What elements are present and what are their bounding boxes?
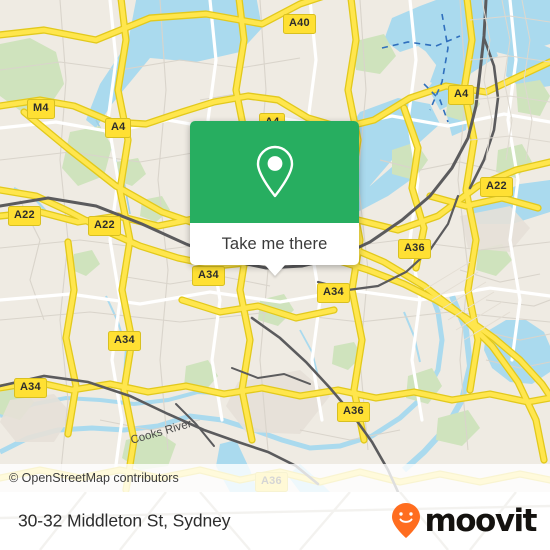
road-shield: M4 — [27, 99, 55, 119]
road-shield: A34 — [192, 266, 225, 286]
road-shield: A34 — [317, 283, 350, 303]
road-shield: A36 — [337, 402, 370, 422]
map-attribution-bar: © OpenStreetMap contributors — [0, 464, 550, 492]
moovit-smiley-pin-icon — [392, 503, 421, 538]
popup-image-placeholder — [190, 121, 359, 223]
road-shield: A22 — [8, 206, 41, 226]
road-shield: A40 — [283, 14, 316, 34]
road-shield: A22 — [480, 177, 513, 197]
road-shield: A36 — [398, 239, 431, 259]
road-shield: A4 — [105, 118, 132, 138]
map-canvas[interactable]: A40 M4 A4 A4 A4 A22 A22 A22 A36 A34 A34 … — [0, 0, 550, 492]
openstreetmap-attribution[interactable]: © OpenStreetMap contributors — [0, 471, 179, 485]
road-shield: A22 — [88, 216, 121, 236]
popup-action-bar[interactable]: Take me there — [190, 223, 359, 276]
moovit-map-screenshot: A40 M4 A4 A4 A4 A22 A22 A22 A36 A34 A34 … — [0, 0, 550, 550]
location-address: 30-32 Middleton St, Sydney — [18, 510, 231, 531]
moovit-logo[interactable]: moovit — [391, 502, 537, 540]
popup-pointer-arrow — [263, 264, 286, 276]
footer-bar: 30-32 Middleton St, Sydney moovit — [0, 492, 550, 550]
road-shield: A34 — [108, 331, 141, 351]
moovit-wordmark: moovit — [424, 502, 537, 539]
road-shield: A34 — [14, 378, 47, 398]
take-me-there-label: Take me there — [221, 234, 328, 253]
location-popup-card[interactable]: Take me there — [190, 121, 359, 276]
map-pin-icon — [256, 145, 293, 198]
road-shield: A4 — [448, 85, 475, 105]
